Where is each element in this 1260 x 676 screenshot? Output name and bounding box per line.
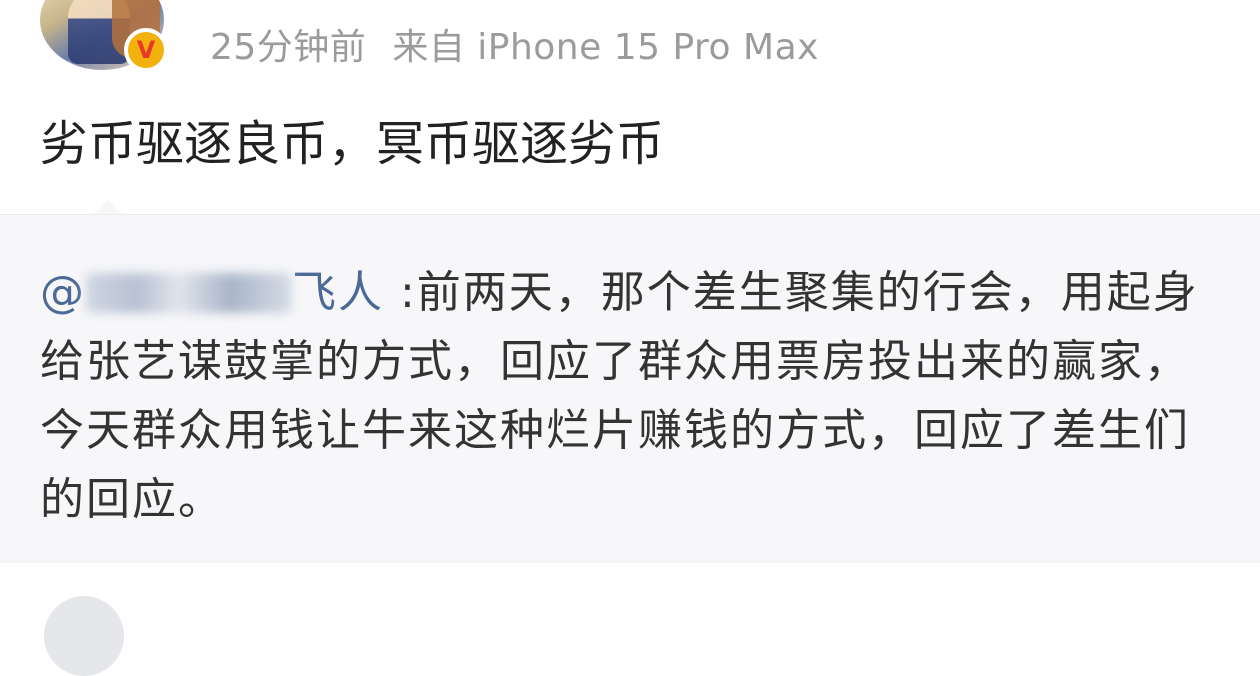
redacted-username <box>86 273 292 313</box>
user-mention-link[interactable]: @ 飞人 <box>40 267 384 318</box>
post-header: V 25分钟前 来自 iPhone 15 Pro Max <box>0 0 1260 110</box>
quoted-comment-text: @ 飞人 :前两天，那个差生聚集的行会，用起身给张艺谋鼓掌的方式，回应了群众用票房… <box>40 258 1230 534</box>
quote-pointer <box>92 200 124 215</box>
next-item-avatar[interactable] <box>44 596 124 676</box>
post-time: 25分钟前 <box>210 27 367 68</box>
post-meta: 25分钟前 来自 iPhone 15 Pro Max <box>210 26 819 70</box>
verified-badge-icon: V <box>124 28 168 72</box>
post-source: 来自 iPhone 15 Pro Max <box>392 27 819 68</box>
post-text: 劣币驱逐良币，冥币驱逐劣币 <box>40 116 665 172</box>
